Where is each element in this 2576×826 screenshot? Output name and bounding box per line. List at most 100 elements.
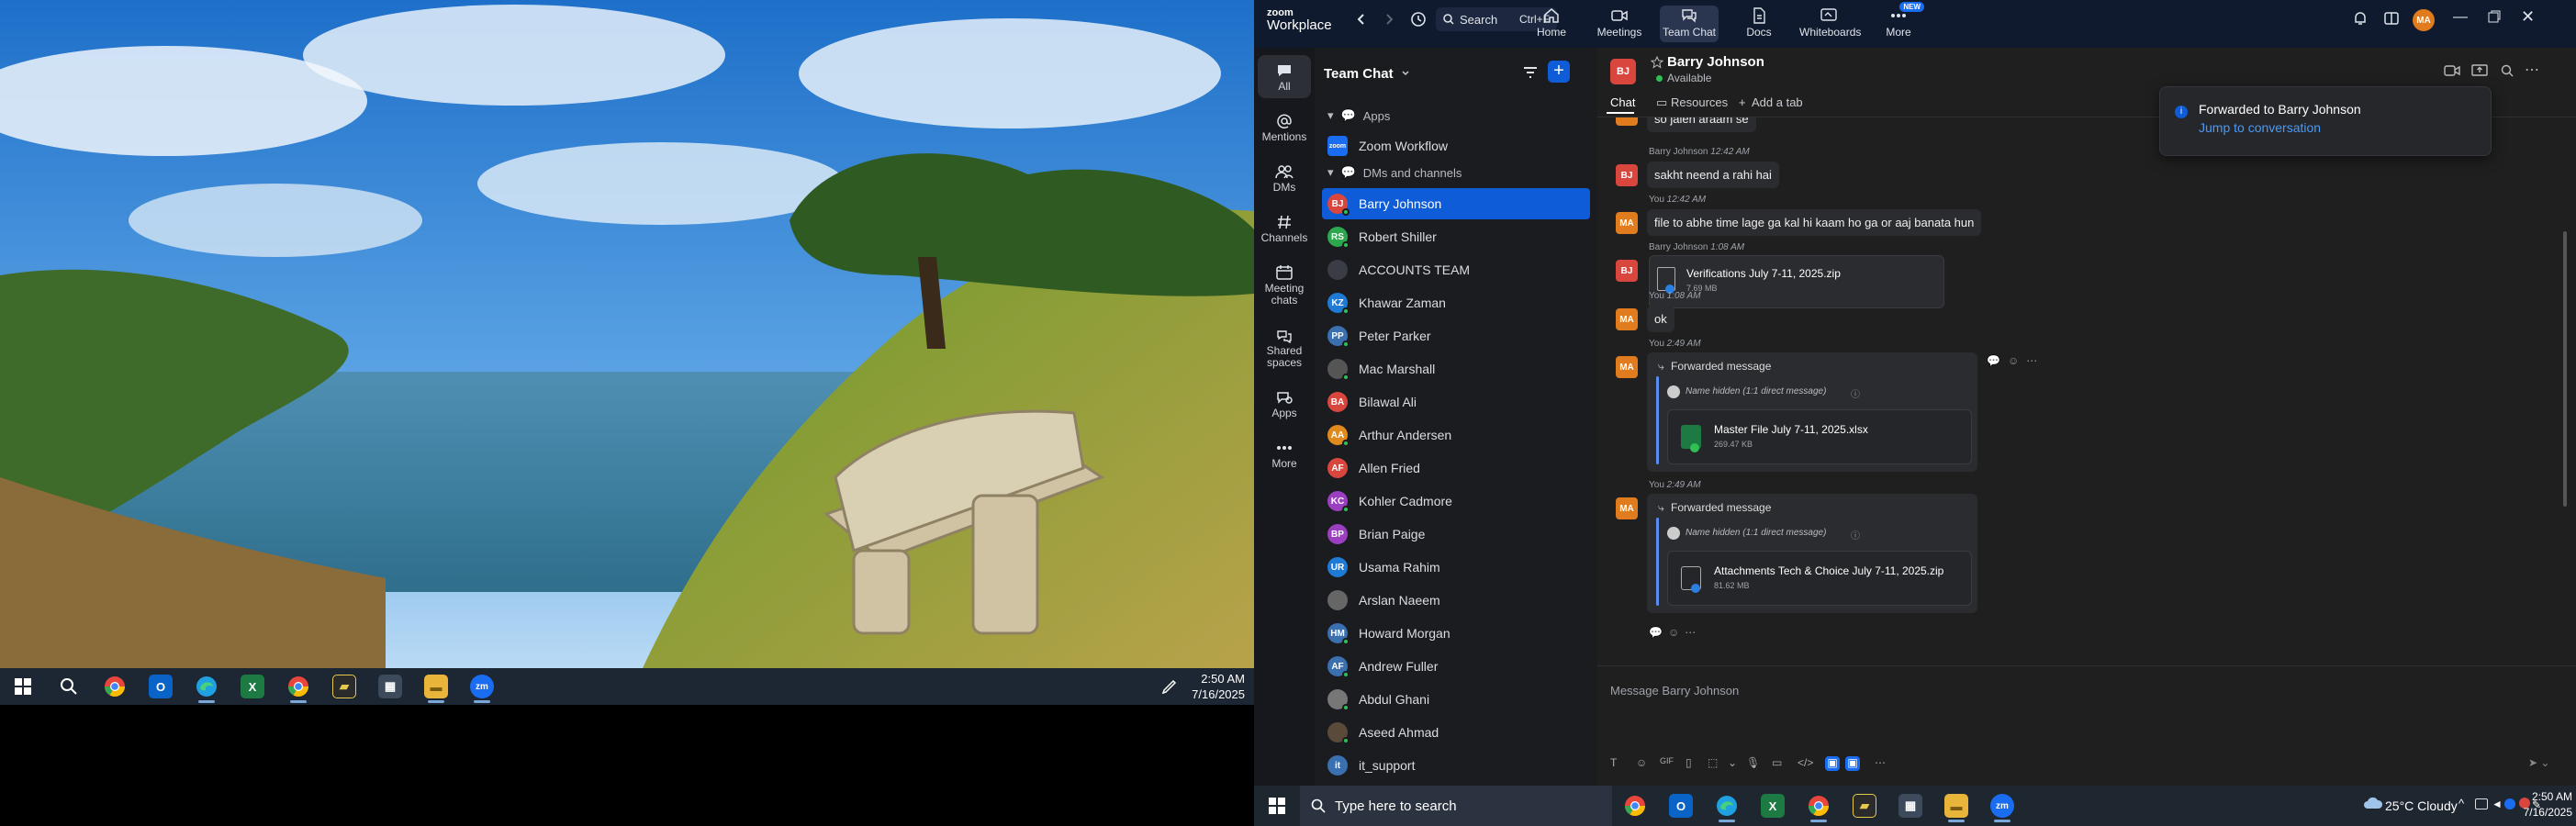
scrollbar[interactable]	[2563, 231, 2567, 507]
app-icon[interactable]: ▣	[1845, 756, 1860, 771]
chevron-down-icon[interactable]: ⌄	[1728, 756, 1737, 769]
message-avatar[interactable]: MA	[1616, 497, 1638, 519]
send-button[interactable]: ➤ ⌄	[2528, 756, 2549, 769]
section-dms[interactable]: ▾ 💬 DMs and channels	[1327, 165, 1462, 180]
rail-all[interactable]: All	[1258, 55, 1311, 98]
contact-andrew-fuller[interactable]: AF Andrew Fuller	[1322, 651, 1590, 682]
contact-mac-marshall[interactable]: Mac Marshall	[1322, 353, 1590, 385]
taskbar-search-box[interactable]: Type here to search	[1300, 786, 1612, 826]
pen-icon[interactable]	[1160, 677, 1179, 696]
close-icon[interactable]: ✕	[2521, 7, 2535, 27]
contact-allen-fried[interactable]: AF Allen Fried	[1322, 452, 1590, 484]
message-avatar[interactable]: MA	[1616, 356, 1638, 378]
chevron-down-icon[interactable]	[1401, 69, 1410, 78]
rail-shared-spaces[interactable]: Shared spaces	[1254, 319, 1315, 374]
calculator-icon[interactable]: ▦	[1887, 787, 1933, 824]
contact-brian-paige[interactable]: BP Brian Paige	[1322, 519, 1590, 550]
edge-icon[interactable]	[184, 668, 230, 705]
message-avatar[interactable]: MA	[1616, 212, 1638, 234]
new-chat-button[interactable]: +	[1548, 61, 1570, 83]
contact-robert-shiller[interactable]: RS Robert Shiller	[1322, 221, 1590, 252]
message-avatar[interactable]: MA	[1616, 117, 1638, 126]
jump-to-conversation-link[interactable]: Jump to conversation	[2199, 120, 2321, 135]
zoom-icon[interactable]: zm	[1979, 787, 2025, 824]
tab-add[interactable]: Add a tab	[1752, 95, 1803, 109]
message-avatar[interactable]: BJ	[1616, 260, 1638, 282]
forwarded-message[interactable]: ⤷ Forwarded message Name hidden (1:1 direc…	[1647, 352, 1977, 472]
format-text-icon[interactable]: T	[1610, 756, 1617, 769]
whiteboard-toggle-icon[interactable]	[2383, 10, 2400, 27]
profile-avatar[interactable]: MA	[2413, 9, 2435, 31]
contact-usama-rahim[interactable]: UR Usama Rahim	[1322, 552, 1590, 583]
video-message-icon[interactable]: ▭	[1772, 756, 1782, 769]
excel-icon[interactable]: X	[1750, 787, 1796, 824]
header-name[interactable]: Barry Johnson	[1667, 54, 1764, 70]
restore-icon[interactable]	[2488, 10, 2501, 23]
zoom-icon[interactable]: zm	[459, 668, 505, 705]
message-avatar[interactable]: MA	[1616, 308, 1638, 330]
more-icon[interactable]: ⋯	[1875, 756, 1886, 769]
nav-home[interactable]: Home	[1522, 6, 1581, 42]
rail-apps[interactable]: Apps	[1254, 382, 1315, 425]
code-icon[interactable]: </>	[1798, 756, 1813, 769]
message-bubble[interactable]: sakht neend a rahi hai	[1647, 162, 1779, 188]
start-icon[interactable]	[0, 668, 46, 705]
reaction-actions[interactable]: 💬☺⋯	[1649, 626, 1701, 639]
nav-more[interactable]: More NEW	[1869, 2, 1928, 42]
rail-meeting-chats[interactable]: Meeting chats	[1254, 257, 1315, 312]
clock-right[interactable]: 2:50 AM 7/16/2025	[2523, 789, 2572, 820]
tab-resources[interactable]: Resources	[1671, 95, 1728, 109]
filter-icon[interactable]	[1522, 64, 1539, 81]
chrome-icon[interactable]	[1612, 787, 1658, 824]
message-bubble[interactable]: ok	[1647, 306, 1674, 332]
message-actions[interactable]: 💬☺⋯	[1987, 354, 2044, 367]
minimize-icon[interactable]: —	[2453, 9, 2468, 26]
clock-left[interactable]: 2:50 AM 7/16/2025	[1192, 671, 1245, 702]
video-call-icon[interactable]	[2444, 64, 2460, 77]
weather-text[interactable]: 25°C Cloudy	[2385, 798, 2458, 813]
history-icon[interactable]	[1410, 11, 1427, 28]
contact-howard-morgan[interactable]: HM Howard Morgan	[1322, 618, 1590, 649]
info-icon[interactable]: ⓘ	[1851, 386, 1860, 400]
sticky-notes-icon[interactable]: ▰	[321, 668, 367, 705]
file-explorer-icon[interactable]: ▬	[1933, 787, 1979, 824]
edge-icon[interactable]	[1704, 787, 1750, 824]
more-options-icon[interactable]: ⋯	[2525, 61, 2539, 79]
contact-peter-parker[interactable]: PP Peter Parker	[1322, 320, 1590, 352]
file-attachment[interactable]: Master File July 7-11, 2025.xlsx 269.47 K…	[1667, 409, 1972, 464]
emoji-icon[interactable]: ☺	[1636, 756, 1647, 769]
zoom-tray-icon[interactable]	[2504, 798, 2515, 809]
chrome-icon[interactable]	[92, 668, 138, 705]
tab-chat[interactable]: Chat	[1610, 95, 1635, 109]
excel-icon[interactable]: X	[230, 668, 275, 705]
contact-bilawal-ali[interactable]: BA Bilawal Ali	[1322, 386, 1590, 418]
screenshot-icon[interactable]: ⬚	[1708, 756, 1718, 769]
nav-meetings[interactable]: Meetings	[1590, 6, 1649, 42]
rail-more[interactable]: More	[1254, 432, 1315, 475]
file-explorer-icon[interactable]: ▬	[413, 668, 459, 705]
contact-abdul-ghani[interactable]: Abdul Ghani	[1322, 684, 1590, 715]
contact-it-support[interactable]: it it_support	[1322, 750, 1590, 781]
outlook-icon[interactable]: O	[138, 668, 184, 705]
contact-arthur-andersen[interactable]: AA Arthur Andersen	[1322, 419, 1590, 451]
forwarded-message[interactable]: ⤷ Forwarded message Name hidden (1:1 direc…	[1647, 494, 1977, 613]
rail-mentions[interactable]: Mentions	[1254, 106, 1315, 149]
screen-share-icon[interactable]	[2471, 64, 2488, 77]
volume-icon[interactable]: ◄	[2492, 798, 2503, 810]
chrome-profile-icon[interactable]	[1796, 787, 1842, 824]
forward-icon[interactable]	[1383, 13, 1395, 26]
back-icon[interactable]	[1355, 13, 1368, 26]
network-icon[interactable]	[2475, 798, 2488, 809]
outlook-icon[interactable]: O	[1658, 787, 1704, 824]
contact-khawar-zaman[interactable]: KZ Khawar Zaman	[1322, 287, 1590, 318]
tray-chevron-icon[interactable]: ^	[2458, 797, 2464, 810]
contact-aseed-ahmad[interactable]: Aseed Ahmad	[1322, 717, 1590, 748]
star-icon[interactable]	[1651, 56, 1663, 69]
file-icon[interactable]: ▯	[1686, 756, 1692, 769]
rail-channels[interactable]: Channels	[1254, 206, 1315, 250]
contact-accounts-team[interactable]: ACCOUNTS TEAM	[1322, 254, 1590, 285]
contact-kohler-cadmore[interactable]: KC Kohler Cadmore	[1322, 486, 1590, 517]
chrome-profile-icon[interactable]	[275, 668, 321, 705]
calculator-icon[interactable]: ▦	[367, 668, 413, 705]
search-chat-icon[interactable]	[2501, 64, 2514, 77]
